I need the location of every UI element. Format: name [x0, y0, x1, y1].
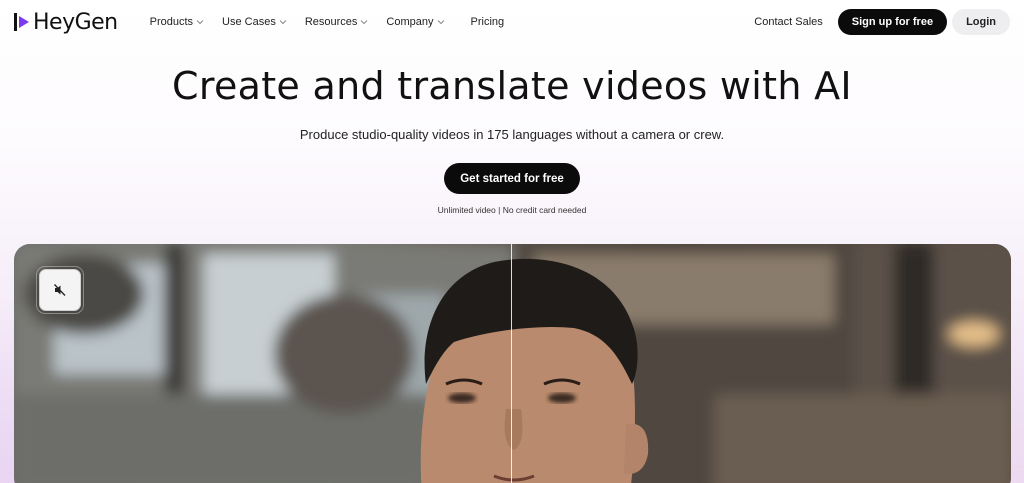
logo-wordmark: HeyGen — [33, 9, 118, 35]
speaker-muted-icon — [54, 284, 66, 296]
chevron-down-icon — [279, 20, 287, 25]
hero-subtitle: Produce studio-quality videos in 175 lan… — [299, 127, 725, 142]
before-after-divider[interactable] — [511, 244, 512, 483]
menu-item-label: Resources — [304, 16, 358, 28]
get-started-button[interactable]: Get started for free — [444, 163, 580, 194]
hero-title: Create and translate videos with AI — [172, 64, 852, 108]
nav-actions: Contact Sales Sign up for free Login — [754, 9, 1010, 35]
login-button[interactable]: Login — [952, 9, 1010, 35]
menu-item-company[interactable]: Company — [386, 16, 444, 28]
menu-item-label: Products — [149, 16, 194, 28]
chevron-down-icon — [361, 20, 368, 25]
menu-item-resources[interactable]: Resources — [305, 16, 369, 28]
signup-button[interactable]: Sign up for free — [837, 9, 948, 35]
menu-item-label: Company — [386, 16, 434, 28]
menu-item-label: Pricing — [470, 16, 505, 28]
top-navigation: HeyGen Products Use Cases Resources Comp… — [0, 0, 1024, 44]
heygen-logo[interactable]: HeyGen — [14, 8, 118, 36]
chevron-down-icon — [196, 20, 204, 25]
menu-item-products[interactable]: Products — [150, 16, 204, 28]
cta-note: Unlimited video | No credit card needed — [437, 205, 587, 215]
menu-item-use-cases[interactable]: Use Cases — [222, 16, 287, 28]
contact-sales-link[interactable]: Contact Sales — [754, 16, 822, 28]
chevron-down-icon — [437, 20, 444, 25]
hero-video[interactable] — [14, 244, 1011, 483]
logo-play-icon — [14, 13, 29, 31]
main-menu: Products Use Cases Resources Company Pri… — [150, 16, 523, 28]
video-frame-image — [14, 244, 1011, 483]
mute-toggle-button[interactable] — [39, 269, 81, 311]
menu-item-label: Use Cases — [222, 16, 276, 28]
menu-item-pricing[interactable]: Pricing — [471, 16, 505, 28]
